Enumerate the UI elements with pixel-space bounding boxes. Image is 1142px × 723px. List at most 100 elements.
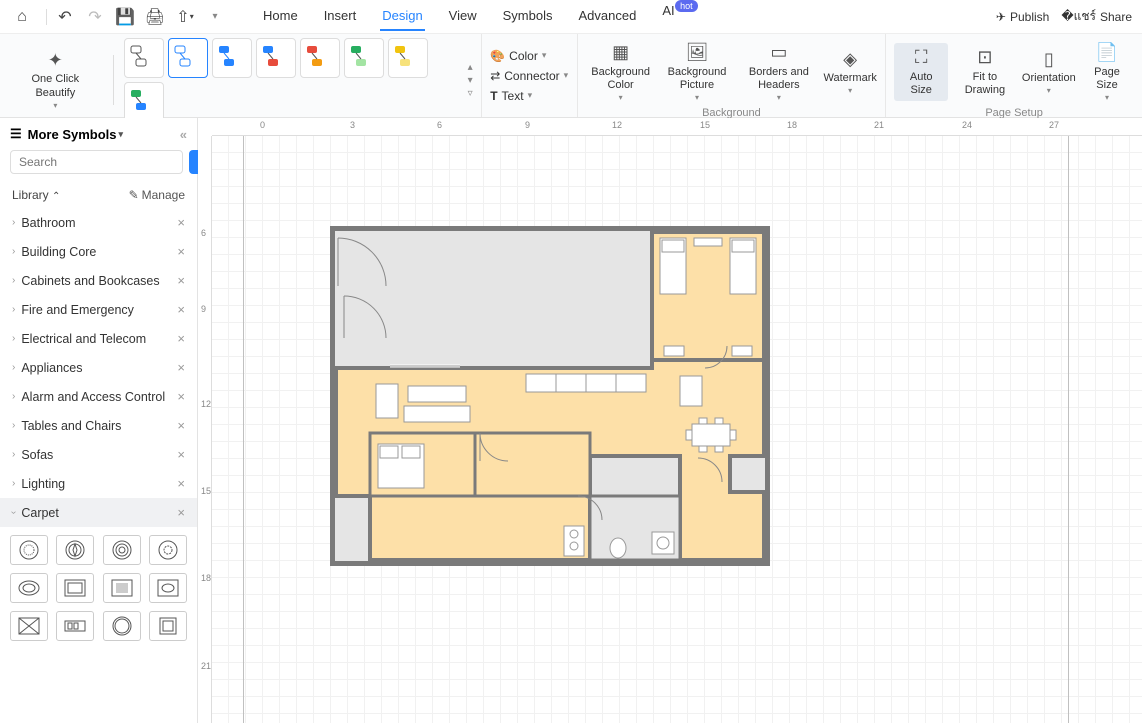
carpet-symbol-3[interactable] xyxy=(103,535,141,565)
sidebar-title[interactable]: More Symbols xyxy=(28,127,117,142)
fit-drawing-button[interactable]: ⊡Fit to Drawing xyxy=(952,43,1017,101)
carpet-symbol-7[interactable] xyxy=(103,573,141,603)
library-label[interactable]: Library ⌃ xyxy=(12,188,60,202)
cat-building-core[interactable]: ›Building Core× xyxy=(0,237,197,266)
background-picture-button[interactable]: 🖼Background Picture▾ xyxy=(660,38,735,107)
cat-tables[interactable]: ›Tables and Chairs× xyxy=(0,411,197,440)
theme-1[interactable] xyxy=(124,38,164,78)
carpet-symbol-10[interactable] xyxy=(56,611,94,641)
close-icon[interactable]: × xyxy=(177,447,185,462)
cat-alarm[interactable]: ›Alarm and Access Control× xyxy=(0,382,197,411)
search-input[interactable] xyxy=(10,150,183,174)
theme-3[interactable] xyxy=(212,38,252,78)
carpet-symbol-1[interactable] xyxy=(10,535,48,565)
close-icon[interactable]: × xyxy=(177,302,185,317)
close-icon[interactable]: × xyxy=(177,418,185,433)
more-icon[interactable]: ▾ xyxy=(203,5,227,29)
orientation-icon: ▯ xyxy=(1044,49,1054,71)
one-click-beautify-button[interactable]: ✦ One Click Beautify ▾ xyxy=(8,46,103,115)
watermark-button[interactable]: ◈Watermark▾ xyxy=(823,45,877,100)
share-button[interactable]: �แชร์ Share xyxy=(1061,7,1132,26)
cat-appliances[interactable]: ›Appliances× xyxy=(0,353,197,382)
floorplan-drawing[interactable] xyxy=(330,226,770,571)
save-icon[interactable]: 💾 xyxy=(113,5,137,29)
cat-cabinets[interactable]: ›Cabinets and Bookcases× xyxy=(0,266,197,295)
cat-fire[interactable]: ›Fire and Emergency× xyxy=(0,295,197,324)
color-dropdown[interactable]: 🎨Color▾ xyxy=(486,47,572,65)
borders-headers-button[interactable]: ▭Borders and Headers▾ xyxy=(739,38,820,107)
close-icon[interactable]: × xyxy=(177,360,185,375)
close-icon[interactable]: × xyxy=(177,215,185,230)
undo-icon[interactable]: ↶ xyxy=(53,5,77,29)
cat-carpet[interactable]: ›Carpet× xyxy=(0,498,197,527)
collapse-sidebar-icon[interactable]: « xyxy=(180,127,187,142)
theme-up-icon[interactable]: ▴ xyxy=(468,62,473,73)
publish-button[interactable]: ✈ Publish xyxy=(996,10,1049,24)
text-icon: T xyxy=(490,89,497,103)
cat-lighting[interactable]: ›Lighting× xyxy=(0,469,197,498)
ruler-horizontal: 0 3 6 9 12 15 18 21 24 27 xyxy=(212,118,1142,136)
carpet-symbol-4[interactable] xyxy=(149,535,187,565)
theme-5[interactable] xyxy=(300,38,340,78)
redo-icon[interactable]: ↷ xyxy=(83,5,107,29)
print-icon[interactable]: 🖨 xyxy=(143,5,167,29)
one-click-label: One Click Beautify xyxy=(14,73,97,99)
carpet-symbol-5[interactable] xyxy=(10,573,48,603)
bgcolor-icon: ▦ xyxy=(612,42,629,64)
theme-more-icon[interactable]: ▿ xyxy=(468,88,473,99)
close-icon[interactable]: × xyxy=(177,273,185,288)
tab-home[interactable]: Home xyxy=(261,2,300,31)
connector-icon: ⇄ xyxy=(490,69,500,83)
close-icon[interactable]: × xyxy=(177,244,185,259)
page-size-button[interactable]: 📄Page Size▾ xyxy=(1080,38,1134,107)
ribbon: ✦ One Click Beautify ▾ ▴ ▾ ▿ Beautify xyxy=(0,34,1142,118)
edit-icon: ✎ xyxy=(129,188,139,202)
bgpic-icon: 🖼 xyxy=(686,42,709,64)
sparkle-icon: ✦ xyxy=(48,50,63,72)
theme-7[interactable] xyxy=(388,38,428,78)
theme-down-icon[interactable]: ▾ xyxy=(468,75,473,86)
manage-button[interactable]: ✎Manage xyxy=(129,188,185,202)
tab-ai[interactable]: AI xyxy=(660,0,674,24)
tab-symbols[interactable]: Symbols xyxy=(501,2,555,31)
theme-4[interactable] xyxy=(256,38,296,78)
fit-icon: ⊡ xyxy=(977,47,992,69)
theme-8[interactable] xyxy=(124,82,164,122)
canvas: 0 3 6 9 12 15 18 21 24 27 6 9 12 15 18 2… xyxy=(198,118,1142,723)
cat-electrical[interactable]: ›Electrical and Telecom× xyxy=(0,324,197,353)
carpet-symbol-6[interactable] xyxy=(56,573,94,603)
sidebar: ☰ More Symbols ▾ « Search Library ⌃ ✎Man… xyxy=(0,118,198,723)
library-icon: ☰ xyxy=(10,126,22,142)
tab-view[interactable]: View xyxy=(447,2,479,31)
cat-sofas[interactable]: ›Sofas× xyxy=(0,440,197,469)
background-color-button[interactable]: ▦Background Color▾ xyxy=(586,38,656,107)
close-icon[interactable]: × xyxy=(177,476,185,491)
carpet-symbol-9[interactable] xyxy=(10,611,48,641)
tab-design[interactable]: Design xyxy=(380,2,424,31)
auto-size-button[interactable]: ⛶Auto Size xyxy=(894,43,948,101)
cat-bathroom[interactable]: ›Bathroom× xyxy=(0,208,197,237)
pagesize-icon: 📄 xyxy=(1096,42,1118,64)
theme-grid xyxy=(124,38,462,122)
close-icon[interactable]: × xyxy=(177,389,185,404)
export-icon[interactable]: ⇧▾ xyxy=(173,5,197,29)
tab-advanced[interactable]: Advanced xyxy=(576,2,638,31)
connector-dropdown[interactable]: ⇄Connector▾ xyxy=(486,67,572,85)
theme-2[interactable] xyxy=(168,38,208,78)
menu-tabs: Home Insert Design View Symbols Advanced… xyxy=(261,2,702,31)
carpet-symbol-12[interactable] xyxy=(149,611,187,641)
carpet-symbol-2[interactable] xyxy=(56,535,94,565)
carpet-symbol-11[interactable] xyxy=(103,611,141,641)
text-dropdown[interactable]: TText▾ xyxy=(486,87,572,105)
tab-insert[interactable]: Insert xyxy=(322,2,359,31)
orientation-button[interactable]: ▯Orientation▾ xyxy=(1022,45,1076,100)
carpet-symbol-8[interactable] xyxy=(149,573,187,603)
home-icon[interactable]: ⌂ xyxy=(10,5,34,29)
close-icon[interactable]: × xyxy=(177,505,185,520)
watermark-icon: ◈ xyxy=(843,49,857,71)
category-list: ›Bathroom× ›Building Core× ›Cabinets and… xyxy=(0,208,197,527)
close-icon[interactable]: × xyxy=(177,331,185,346)
theme-6[interactable] xyxy=(344,38,384,78)
autosize-icon: ⛶ xyxy=(915,47,928,69)
palette-icon: 🎨 xyxy=(490,49,505,63)
